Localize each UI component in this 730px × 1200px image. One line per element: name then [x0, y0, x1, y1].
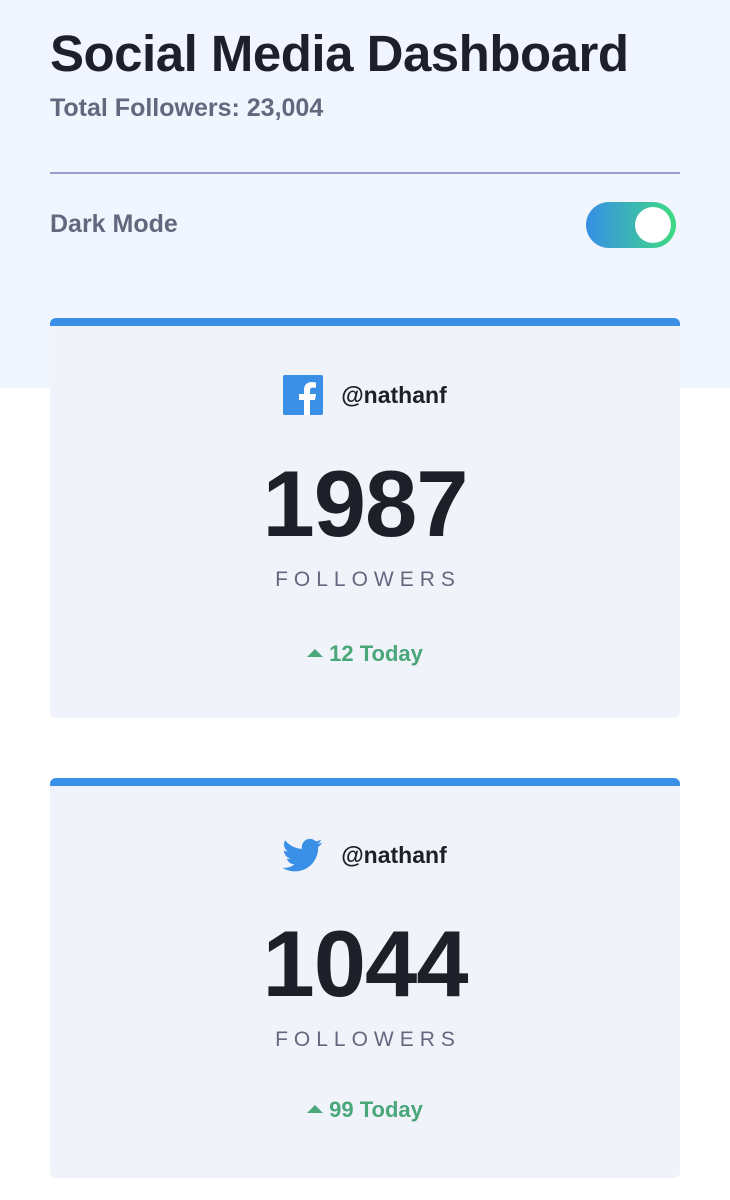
page-title: Social Media Dashboard	[50, 25, 629, 82]
toggle-knob	[635, 207, 671, 243]
twitter-icon	[282, 835, 323, 875]
card-handle-row: @nathanf	[50, 374, 680, 416]
card-handle-row: @nathanf	[50, 834, 680, 876]
header-divider	[50, 172, 680, 174]
twitter-card[interactable]: @nathanf 1044 FOLLOWERS 99 Today	[50, 778, 680, 1178]
twitter-today-text: 99 Today	[329, 1097, 423, 1122]
twitter-followers-label: FOLLOWERS	[275, 1028, 461, 1051]
facebook-followers-label: FOLLOWERS	[275, 568, 461, 591]
twitter-handle[interactable]: @nathanf	[341, 842, 446, 869]
total-followers: Total Followers: 23,004	[50, 94, 324, 122]
twitter-follower-count: 1044	[262, 911, 468, 1016]
up-arrow-icon	[307, 1105, 324, 1114]
facebook-handle[interactable]: @nathanf	[341, 382, 446, 409]
dark-mode-label: Dark Mode	[50, 210, 178, 238]
facebook-today-change: 12 Today	[50, 641, 680, 667]
card-accent-bar	[50, 778, 680, 786]
facebook-icon	[283, 375, 324, 415]
up-arrow-icon	[307, 649, 324, 658]
facebook-card[interactable]: @nathanf 1987 FOLLOWERS 12 Today	[50, 318, 680, 718]
twitter-today-change: 99 Today	[50, 1097, 680, 1123]
dark-mode-toggle[interactable]	[586, 202, 676, 248]
facebook-follower-count: 1987	[262, 451, 468, 556]
card-accent-bar	[50, 318, 680, 326]
facebook-today-text: 12 Today	[329, 641, 423, 666]
